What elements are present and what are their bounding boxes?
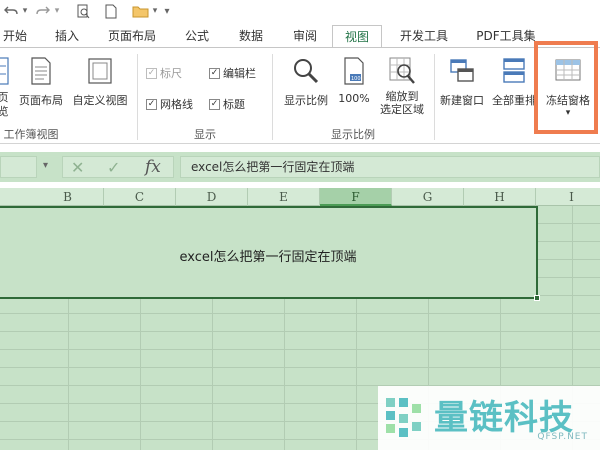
checkbox-mark-icon: ✓ (146, 67, 157, 79)
merged-cell[interactable]: excel怎么把第一行固定在顶端 (0, 206, 538, 299)
arrange-all-icon (503, 58, 525, 83)
column-header-c[interactable]: C (104, 188, 176, 206)
new-window-button[interactable]: 新建窗口 (436, 56, 488, 108)
open-folder-icon[interactable] (130, 2, 150, 20)
zoom-100-button[interactable]: 100 100% (336, 56, 372, 105)
column-header-b[interactable]: B (32, 188, 104, 206)
watermark-subtitle: QFSP.NET (537, 432, 588, 442)
ruler-label: 标尺 (160, 67, 182, 80)
formula-input[interactable]: excel怎么把第一行固定在顶端 (180, 156, 600, 178)
formula-buttons: ✕ ✓ fx (62, 156, 174, 178)
new-file-icon[interactable] (102, 2, 120, 20)
column-header-e[interactable]: E (248, 188, 320, 206)
gridlines-checkbox[interactable]: ✓ 网格线 (146, 96, 193, 112)
page-layout-view-label: 页面布局 (19, 94, 63, 107)
redo-icon[interactable] (34, 2, 52, 20)
custom-views-label: 自定义视图 (72, 94, 128, 107)
column-header-h[interactable]: H (464, 188, 536, 206)
new-window-label: 新建窗口 (440, 94, 484, 107)
redo-dropdown-icon[interactable]: ▾ (52, 2, 62, 20)
workbook-views-group-label: 工作簿视图 (3, 128, 59, 141)
group-separator (272, 54, 273, 140)
column-header-g[interactable]: G (392, 188, 464, 206)
column-header-i[interactable]: I (536, 188, 600, 206)
formula-bar: ▾ ✕ ✓ fx excel怎么把第一行固定在顶端 (0, 152, 600, 182)
ribbon: 页 览 页面布局 自定义视图 工作簿视图 ✓ 标尺 ✓ 编辑栏 ✓ 网格线 ✓ … (0, 47, 600, 144)
insert-function-icon[interactable]: fx (145, 157, 161, 177)
customize-qat-icon[interactable]: ▾ (162, 2, 172, 20)
name-box[interactable] (0, 156, 37, 178)
name-box-dropdown-icon[interactable]: ▾ (43, 160, 48, 171)
show-group-label: 显示 (194, 128, 216, 141)
quick-access-toolbar: ▾ ▾ ▾ ▾ (0, 0, 600, 22)
group-separator (434, 54, 435, 140)
zoom-label: 显示比例 (284, 94, 328, 107)
tab-home[interactable]: 开始 (0, 25, 30, 48)
zoom-100-label: 100% (338, 92, 370, 105)
page-break-preview-button[interactable]: 页 览 (0, 56, 12, 119)
undo-icon[interactable] (2, 2, 20, 20)
tab-formulas[interactable]: 公式 (178, 25, 216, 48)
zoom-to-selection-button[interactable]: 缩放到 选定区域 (374, 56, 430, 116)
group-separator (137, 54, 138, 140)
svg-text:100: 100 (351, 76, 361, 82)
zoom-group-label: 显示比例 (331, 128, 375, 141)
page-layout-view-button[interactable]: 页面布局 (16, 56, 66, 108)
tab-review[interactable]: 审阅 (284, 25, 326, 48)
watermark: 量链科技 QFSP.NET (378, 386, 600, 450)
ribbon-tabs: 开始 插入 页面布局 公式 数据 审阅 视图 开发工具 PDF工具集 (0, 22, 600, 48)
page-break-preview-icon (0, 57, 9, 85)
page-layout-view-icon (31, 57, 51, 85)
magnifier-icon (294, 59, 319, 84)
tab-developer[interactable]: 开发工具 (392, 25, 456, 48)
fill-handle[interactable] (534, 295, 540, 301)
checkbox-mark-icon: ✓ (209, 98, 220, 110)
arrange-all-button[interactable]: 全部重排 (490, 56, 538, 108)
formula-bar-checkbox[interactable]: ✓ 编辑栏 (209, 65, 256, 81)
watermark-logo-icon (386, 398, 421, 437)
cancel-icon[interactable]: ✕ (71, 158, 84, 177)
page-break-preview-label: 页 览 (0, 91, 9, 118)
tab-view[interactable]: 视图 (332, 25, 382, 48)
arrange-all-label: 全部重排 (492, 94, 536, 107)
tab-insert[interactable]: 插入 (48, 25, 86, 48)
tab-data[interactable]: 数据 (230, 25, 272, 48)
checkbox-mark-icon: ✓ (146, 98, 157, 110)
headings-label: 标题 (223, 98, 245, 111)
gridlines-label: 网格线 (160, 98, 193, 111)
tab-page-layout[interactable]: 页面布局 (100, 25, 164, 48)
checkbox-mark-icon: ✓ (209, 67, 220, 79)
column-header-f[interactable]: F (320, 188, 392, 206)
tab-pdf-tools[interactable]: PDF工具集 (470, 25, 542, 48)
freeze-panes-highlight (534, 41, 598, 134)
zoom-100-icon: 100 (344, 57, 364, 85)
zoom-selection-icon (389, 57, 415, 84)
zoom-button[interactable]: 显示比例 (278, 56, 334, 108)
formula-bar-label: 编辑栏 (223, 67, 256, 80)
enter-icon[interactable]: ✓ (107, 158, 120, 177)
column-header-d[interactable]: D (176, 188, 248, 206)
zoom-to-selection-label: 缩放到 选定区域 (380, 90, 424, 116)
custom-views-button[interactable]: 自定义视图 (68, 56, 132, 108)
column-headers: B C D E F G H I (0, 188, 600, 206)
open-dropdown-icon[interactable]: ▾ (150, 2, 160, 20)
undo-dropdown-icon[interactable]: ▾ (20, 2, 30, 20)
new-window-icon (450, 59, 474, 82)
cell-text: excel怎么把第一行固定在顶端 (179, 250, 357, 265)
ruler-checkbox[interactable]: ✓ 标尺 (146, 65, 182, 81)
custom-views-icon (88, 58, 112, 84)
headings-checkbox[interactable]: ✓ 标题 (209, 96, 245, 112)
print-preview-icon[interactable] (74, 2, 92, 20)
